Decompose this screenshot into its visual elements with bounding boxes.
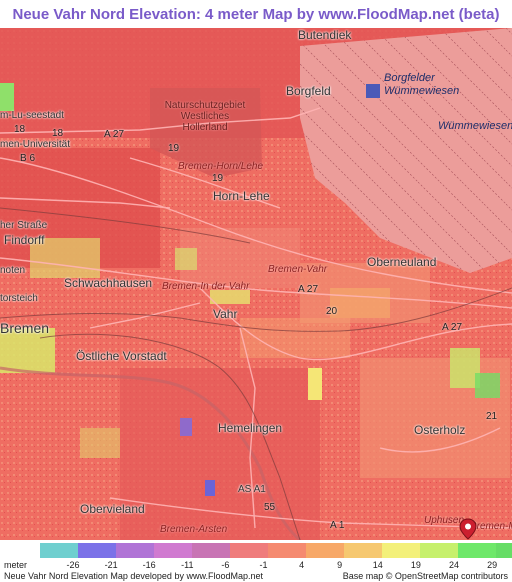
road-shield-a27: A 27 <box>442 322 463 333</box>
elevation-legend: meter -26-21-16-11-6-1491419242935 <box>0 540 512 570</box>
label-knoten: noten <box>0 265 26 276</box>
legend-tick-label: -6 <box>221 560 230 570</box>
road-shield-55: 55 <box>264 502 276 513</box>
road-shield-a27: A 27 <box>298 284 319 295</box>
label-as-a1: AS A1 <box>238 484 266 495</box>
legend-swatch <box>40 543 78 558</box>
legend-tick-label: 24 <box>448 560 460 570</box>
legend-tick-label: -16 <box>142 560 156 570</box>
label-ostliche-vorstadt: Östliche Vorstadt <box>76 349 167 363</box>
legend-tick-label: 14 <box>372 560 383 570</box>
legend-swatch <box>306 543 344 558</box>
road-shield-19: 19 <box>212 173 224 184</box>
legend-swatch <box>268 543 306 558</box>
page-title: Neue Vahr Nord Elevation: 4 meter Map by… <box>12 5 500 23</box>
label-horn-lehe: Horn-Lehe <box>213 189 270 203</box>
legend-color-bar <box>40 543 512 558</box>
footer: Neue Vahr Nord Elevation Map developed b… <box>0 571 512 582</box>
label-her-strasse: her Straße <box>0 220 48 231</box>
label-bremen-arsten: Bremen-Arsten <box>160 524 228 535</box>
legend-swatch <box>192 543 230 558</box>
label-lu-seestadt: m-Lu-seestadt <box>0 110 64 121</box>
legend-swatch <box>116 543 154 558</box>
legend-swatch <box>382 543 420 558</box>
road-shield-19: 19 <box>168 143 180 154</box>
legend-tick-label: 9 <box>337 560 343 570</box>
label-bremen-in-der-vahr: Bremen-In der Vahr <box>162 281 250 292</box>
elevation-map[interactable]: Butendiek Borgfeld Borgfelder Wümmewiese… <box>0 28 512 540</box>
legend-tick-label: -1 <box>259 560 268 570</box>
footer-credit[interactable]: Neue Vahr Nord Elevation Map developed b… <box>4 571 263 581</box>
legend-ticks: -26-21-16-11-6-1491419242935 <box>0 560 512 571</box>
label-borgfelder-wummewiesen: Borgfelder Wümmewiesen <box>384 72 460 97</box>
road-shield-18: 18 <box>14 124 26 135</box>
road-shield-a1: A 1 <box>330 520 345 531</box>
label-findorff: Findorff <box>4 233 45 247</box>
location-pin-icon[interactable] <box>458 518 478 540</box>
label-universitat: men-Universität <box>0 139 71 150</box>
label-bremen: Bremen <box>0 320 50 336</box>
footer-attribution[interactable]: Base map © OpenStreetMap contributors <box>343 571 508 581</box>
legend-swatch <box>154 543 192 558</box>
legend-swatch <box>344 543 382 558</box>
label-bremen-vahr: Bremen-Vahr <box>268 264 328 275</box>
label-borgfeld: Borgfeld <box>286 84 331 98</box>
label-osterholz: Osterholz <box>414 423 466 437</box>
legend-swatch <box>458 543 496 558</box>
road-shield-a27: A 27 <box>104 129 125 140</box>
label-obervieland: Obervieland <box>80 502 145 516</box>
road-shield-b6: B 6 <box>20 153 36 164</box>
legend-tick-label: -26 <box>66 560 80 570</box>
label-wummewiesen: Wümmewiesen <box>438 120 512 132</box>
label-torsteich: torsteich <box>0 293 38 304</box>
legend-swatch <box>230 543 268 558</box>
label-hemelingen: Hemelingen <box>218 421 283 435</box>
label-naturschutzgebiet: Naturschutzgebiet Westliches Hollerland <box>164 100 246 133</box>
road-shield-21: 21 <box>486 411 498 422</box>
legend-swatch <box>78 543 116 558</box>
road-shield-18: 18 <box>52 128 64 139</box>
legend-tick-label: 29 <box>487 560 498 570</box>
label-vahr: Vahr <box>213 307 238 321</box>
road-shield-20: 20 <box>326 306 338 317</box>
legend-tick-label: -21 <box>104 560 118 570</box>
legend-tick-label: 4 <box>299 560 305 570</box>
legend-tick-label: 19 <box>410 560 421 570</box>
label-bremen-horn-lehe: Bremen-Horn/Lehe <box>178 161 264 172</box>
label-butendiek: Butendiek <box>298 28 352 42</box>
label-schwachhausen: Schwachhausen <box>64 276 153 290</box>
legend-swatch <box>420 543 458 558</box>
legend-swatch <box>496 543 512 558</box>
title-bar: Neue Vahr Nord Elevation: 4 meter Map by… <box>0 0 512 28</box>
legend-tick-label: -11 <box>181 560 194 570</box>
label-oberneuland: Oberneuland <box>367 255 437 269</box>
